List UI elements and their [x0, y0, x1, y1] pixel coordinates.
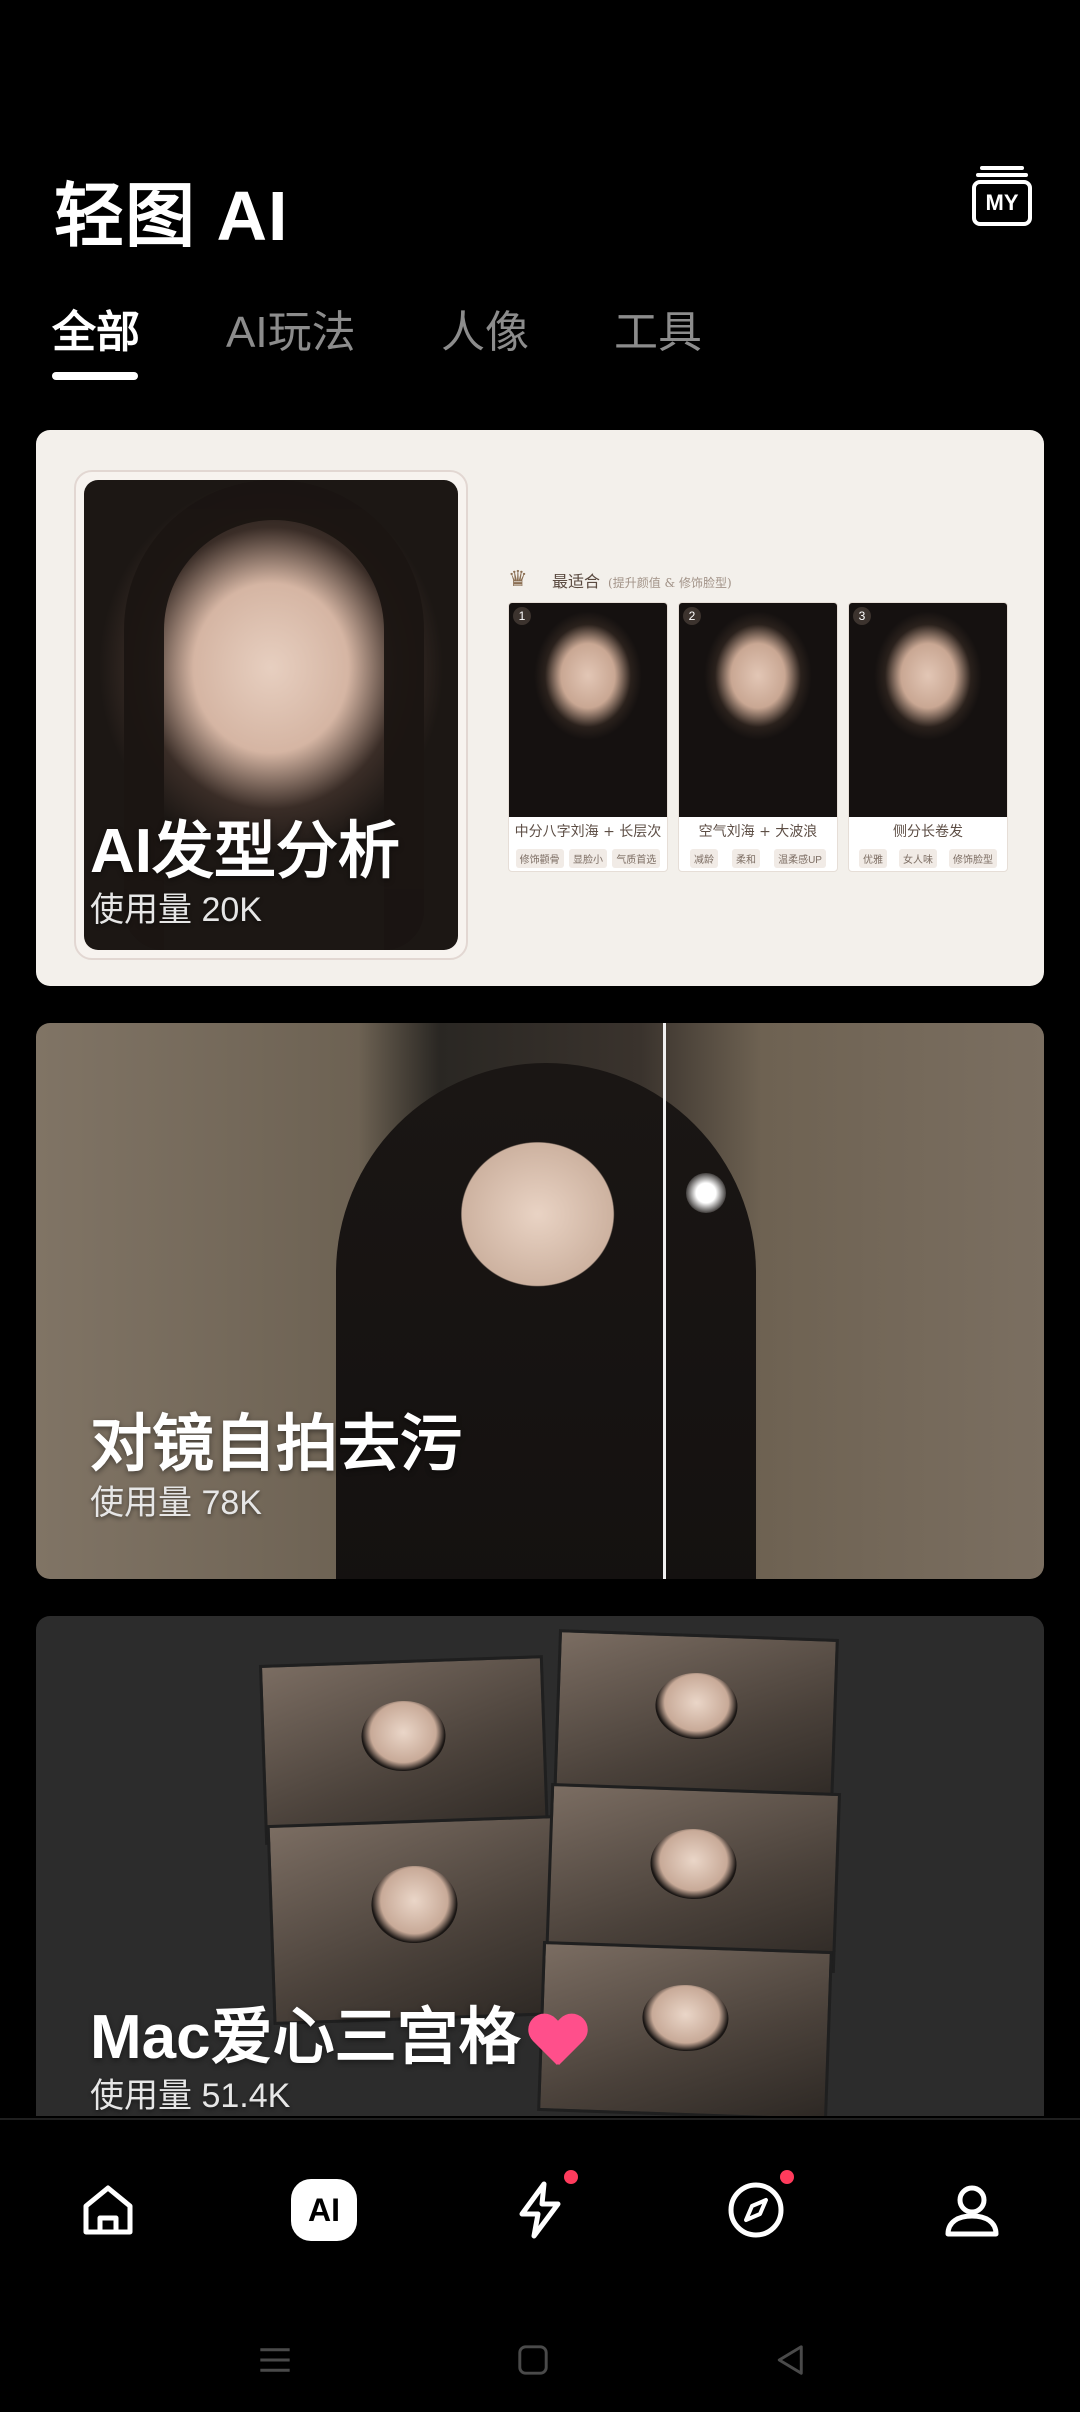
system-back-button[interactable] — [761, 2330, 821, 2390]
hairstyle-tag: 修饰颧骨 — [515, 849, 564, 868]
user-icon — [945, 2185, 999, 2237]
phone-flash — [686, 1173, 726, 1213]
tab-ai-play[interactable]: AI玩法 — [226, 296, 356, 360]
usage-count: 51.4K — [201, 2077, 291, 2115]
usage-label: 使用量 — [90, 2077, 192, 2115]
back-triangle-icon — [777, 2345, 803, 2375]
bottom-navigation: AI — [0, 2118, 1080, 2308]
hairstyle-caption: 空气刘海 + 大波浪 — [698, 824, 818, 840]
crown-icon: ♛ — [508, 566, 528, 591]
hairstyle-image — [679, 603, 837, 817]
hairstyle-image — [509, 603, 667, 817]
my-button[interactable]: MY — [972, 166, 1032, 226]
system-navigation-bar — [0, 2310, 1080, 2412]
hairstyle-tag: 显脸小 — [568, 849, 607, 868]
hairstyle-image — [849, 603, 1007, 817]
nav-home[interactable] — [72, 2174, 144, 2246]
hairstyle-tag: 减龄 — [690, 849, 719, 868]
hairstyle-caption: 中分八字刘海 + 长层次 — [514, 824, 662, 840]
collage-face — [360, 1699, 447, 1773]
rank-number: 3 — [853, 607, 871, 625]
hairstyle-tag: 优雅 — [859, 849, 887, 868]
hairstyle-tag: 女人味 — [899, 849, 937, 868]
selfie-image — [336, 1063, 756, 1579]
tab-tools[interactable]: 工具 — [614, 296, 702, 360]
home-icon — [83, 2185, 133, 2235]
hairstyle-preview-panel: ♛ 最适合 (提升颜值 & 修饰脸型) 1 中分八字刘海 + 长层次 修饰颧骨 显… — [508, 566, 1008, 872]
preview-header: 最适合 (提升颜值 & 修饰脸型) — [552, 568, 732, 592]
hairstyle-tag: 温柔感UP — [774, 849, 826, 868]
hairstyle-tag: 修饰脸型 — [949, 849, 997, 868]
card-usage: 使用量 78K — [90, 1475, 262, 1524]
hairstyle-tags: 减龄 柔和 温柔感UP — [679, 849, 837, 868]
collage-face — [370, 1864, 459, 1945]
my-stack-line — [980, 166, 1024, 170]
card-usage: 使用量 20K — [90, 882, 262, 931]
collage-face — [649, 1827, 738, 1901]
system-home-button[interactable] — [503, 2330, 563, 2390]
preview-subheader: (提升颜值 & 修饰脸型) — [608, 576, 732, 590]
feature-card-mirror-selfie-clean[interactable]: 对镜自拍去污 使用量 78K — [36, 1023, 1044, 1579]
nav-profile[interactable] — [936, 2174, 1008, 2246]
hairstyle-tag: 柔和 — [732, 849, 761, 868]
card-title: AI发型分析 — [90, 817, 401, 886]
before-after-divider[interactable] — [663, 1023, 666, 1579]
lightning-icon — [519, 2181, 561, 2239]
compass-icon — [728, 2182, 784, 2238]
hairstyle-thumb: 2 空气刘海 + 大波浪 减龄 柔和 温柔感UP — [678, 602, 838, 872]
collage-face — [641, 1983, 730, 2053]
nav-ai[interactable]: AI — [288, 2174, 360, 2246]
card-title: Mac爱心三宫格 — [90, 1986, 587, 2076]
tab-all[interactable]: 全部 — [52, 296, 140, 360]
notification-dot — [780, 2170, 794, 2184]
header: 轻图 AI MY 全部 AI玩法 人像 工具 — [0, 0, 1080, 400]
preview-header-text: 最适合 — [552, 572, 601, 591]
app-title: 轻图 AI — [54, 177, 289, 255]
notification-dot — [564, 2170, 578, 2184]
nav-flash[interactable] — [504, 2170, 578, 2246]
hairstyle-thumb: 3 侧分长卷发 优雅 女人味 修饰脸型 — [848, 602, 1008, 872]
rank-number: 2 — [683, 607, 701, 625]
feature-card-hair-analysis[interactable]: ♛ 最适合 (提升颜值 & 修饰脸型) 1 中分八字刘海 + 长层次 修饰颧骨 显… — [36, 430, 1044, 986]
tab-active-indicator — [52, 372, 138, 380]
pink-heart-icon — [527, 2015, 587, 2069]
square-icon — [518, 2345, 548, 2375]
ai-tab-label: AI — [291, 2179, 357, 2241]
hairstyle-caption: 侧分长卷发 — [893, 824, 963, 840]
menu-icon — [260, 2348, 290, 2372]
card-title-text: Mac爱心三宫格 — [90, 2003, 521, 2072]
collage-face — [654, 1671, 739, 1741]
hairstyle-tags: 修饰颧骨 显脸小 气质首选 — [509, 849, 667, 868]
hairstyle-tag: 气质首选 — [612, 849, 661, 868]
my-stack-line — [976, 173, 1028, 177]
usage-count: 20K — [201, 891, 262, 929]
nav-discover[interactable] — [720, 2170, 794, 2246]
card-usage: 使用量 51.4K — [90, 2068, 290, 2116]
usage-label: 使用量 — [90, 1484, 192, 1522]
hairstyle-thumb: 1 中分八字刘海 + 长层次 修饰颧骨 显脸小 气质首选 — [508, 602, 668, 872]
system-menu-button[interactable] — [245, 2330, 305, 2390]
card-title: 对镜自拍去污 — [90, 1410, 463, 1479]
my-label: MY — [972, 180, 1032, 226]
rank-number: 1 — [513, 607, 531, 625]
usage-label: 使用量 — [90, 891, 192, 929]
feature-card-mac-heart-triptych[interactable]: Mac爱心三宫格 使用量 51.4K — [36, 1616, 1044, 2116]
hairstyle-tags: 优雅 女人味 修饰脸型 — [849, 849, 1007, 868]
tab-portrait[interactable]: 人像 — [441, 296, 529, 360]
collage-photo — [553, 1629, 839, 1809]
usage-count: 78K — [201, 1484, 262, 1522]
